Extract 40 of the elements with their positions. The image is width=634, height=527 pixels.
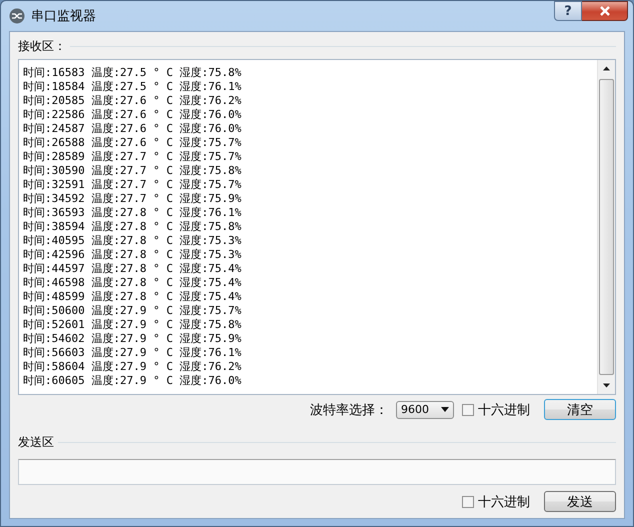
help-button[interactable]: ? (554, 1, 582, 21)
log-line: 时间:48599 温度:27.8 ° C 湿度:75.4% (23, 290, 242, 304)
log-line: 时间:52601 温度:27.9 ° C 湿度:75.8% (23, 318, 242, 332)
log-line: 时间:34592 温度:27.7 ° C 湿度:75.9% (23, 192, 242, 206)
send-input-field[interactable] (18, 459, 616, 485)
close-icon (598, 6, 610, 16)
log-line: 时间:30590 温度:27.7 ° C 湿度:75.8% (23, 164, 242, 178)
log-line: 时间:36593 温度:27.8 ° C 湿度:76.1% (23, 206, 242, 220)
window-title: 串口监视器 (31, 8, 97, 25)
group-label: 发送区 (18, 434, 54, 451)
log-line: 时间:44597 温度:27.8 ° C 湿度:75.4% (23, 262, 242, 276)
log-line: 时间:32591 温度:27.7 ° C 湿度:75.7% (23, 178, 242, 192)
clear-button[interactable]: 清空 (544, 399, 616, 420)
receive-text-area[interactable] (18, 59, 616, 395)
log-line: 时间:28589 温度:27.7 ° C 湿度:75.7% (23, 150, 242, 164)
send-button[interactable]: 发送 (544, 491, 616, 512)
close-button[interactable] (582, 1, 628, 21)
log-line: 时间:24587 温度:27.6 ° C 湿度:76.0% (23, 122, 242, 136)
log-line: 时间:50600 温度:27.9 ° C 湿度:75.7% (23, 304, 242, 318)
log-line: 时间:56603 温度:27.9 ° C 湿度:76.1% (23, 346, 242, 360)
group-label: 接收区： (18, 38, 66, 55)
baud-dropdown[interactable]: 9600 (396, 400, 454, 418)
log-line: 时间:16583 温度:27.5 ° C 湿度:75.8% (23, 66, 242, 80)
log-line: 时间:20585 温度:27.6 ° C 湿度:76.2% (23, 94, 242, 108)
log-line: 时间:58604 温度:27.9 ° C 湿度:76.2% (23, 360, 242, 374)
scrollbar[interactable] (597, 60, 615, 394)
caret-icon (441, 407, 449, 412)
log-line: 时间:26588 温度:27.6 ° C 湿度:75.7% (23, 136, 242, 150)
log-line: 时间:18584 温度:27.5 ° C 湿度:76.1% (23, 80, 242, 94)
log-line: 时间:22586 温度:27.6 ° C 湿度:76.0% (23, 108, 242, 122)
app-icon (9, 8, 25, 24)
baud-label: 波特率选择： (310, 402, 388, 418)
log-line: 时间:60605 温度:27.9 ° C 湿度:76.0% (23, 374, 242, 388)
hex-checkbox[interactable]: 十六进制 (462, 400, 530, 418)
log-line: 时间:42596 温度:27.8 ° C 湿度:75.3% (23, 248, 242, 262)
hex-checkbox[interactable]: 十六进制 (462, 492, 530, 510)
log-line: 时间:40595 温度:27.8 ° C 湿度:75.3% (23, 234, 242, 248)
log-line: 时间:38594 温度:27.8 ° C 湿度:75.8% (23, 220, 242, 234)
log-line: 时间:54602 温度:27.9 ° C 湿度:75.9% (23, 332, 242, 346)
log-line: 时间:46598 温度:27.8 ° C 湿度:75.4% (23, 276, 242, 290)
